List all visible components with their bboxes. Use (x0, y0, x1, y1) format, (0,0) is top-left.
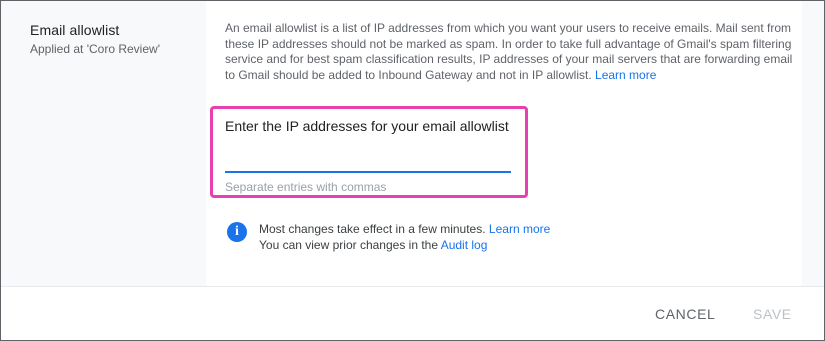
info-line-1-text: Most changes take effect in a few minute… (259, 222, 486, 236)
save-button[interactable]: SAVE (753, 306, 792, 322)
footer-divider (1, 286, 824, 287)
audit-log-link[interactable]: Audit log (441, 238, 488, 252)
cancel-button[interactable]: CANCEL (655, 306, 715, 322)
setting-description: An email allowlist is a list of IP addre… (225, 21, 800, 83)
setting-applied-at: Applied at 'Coro Review' (30, 42, 160, 56)
allowlist-field-hint: Separate entries with commas (225, 180, 387, 194)
info-learn-more-link[interactable]: Learn more (489, 222, 550, 236)
info-icon: i (227, 222, 247, 242)
description-text: An email allowlist is a list of IP addre… (225, 21, 793, 82)
setting-title: Email allowlist (30, 22, 120, 38)
allowlist-input[interactable] (225, 147, 511, 173)
description-learn-more-link[interactable]: Learn more (595, 68, 656, 82)
info-line-2-text: You can view prior changes in the (259, 238, 439, 252)
allowlist-field-label: Enter the IP addresses for your email al… (225, 118, 509, 134)
info-line-2: You can view prior changes in the Audit … (259, 238, 487, 252)
info-line-1: Most changes take effect in a few minute… (259, 222, 550, 236)
dialog-frame: Email allowlist Applied at 'Coro Review'… (0, 0, 825, 341)
